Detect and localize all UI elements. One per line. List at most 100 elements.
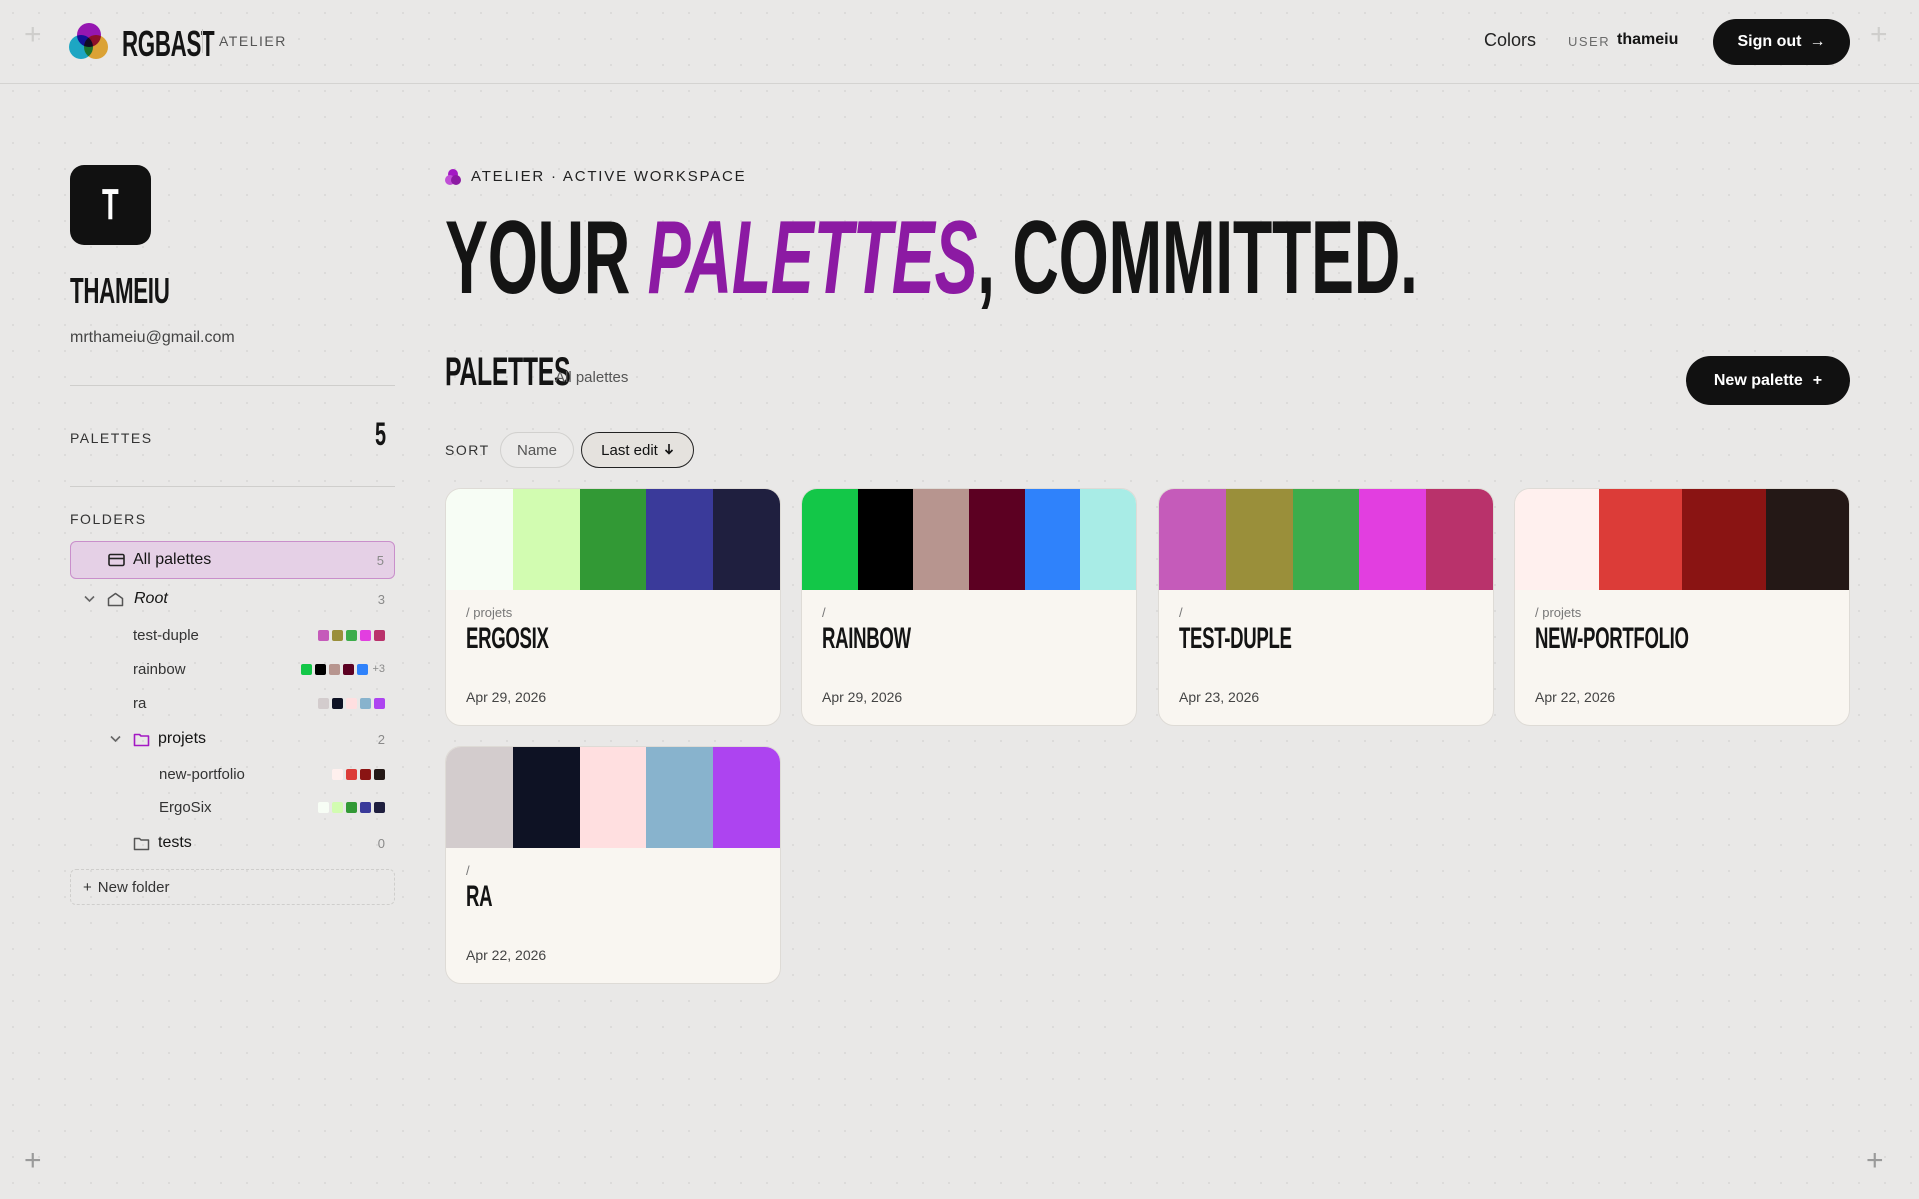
palette-date: Apr 22, 2026 xyxy=(1535,689,1616,705)
palette-item-ra[interactable]: ra xyxy=(70,686,395,720)
palette-item-new-portfolio[interactable]: new-portfolio xyxy=(70,757,395,791)
swatch-preview: +3 xyxy=(301,663,385,675)
palette-date: Apr 23, 2026 xyxy=(1179,689,1260,705)
user-label: USER xyxy=(1568,34,1611,49)
palette-date: Apr 29, 2026 xyxy=(466,689,547,705)
swatch-preview xyxy=(332,768,385,780)
palette-swatch xyxy=(579,747,647,848)
corner-plus-icon: + xyxy=(24,18,42,51)
brand-subtitle: ATELIER xyxy=(219,33,287,49)
chevron-down-icon[interactable] xyxy=(108,735,122,743)
folder-label: Root xyxy=(134,590,168,607)
palette-swatch xyxy=(512,747,580,848)
hero-accent-text: PALETTES xyxy=(647,200,978,316)
palette-swatch xyxy=(1515,489,1599,590)
palette-swatches xyxy=(1515,489,1849,590)
folders-label: FOLDERS xyxy=(70,511,147,527)
palette-title: NEW-PORTFOLIO xyxy=(1535,622,1689,655)
more-swatches-count: +3 xyxy=(372,663,385,675)
palette-path: / xyxy=(466,863,470,878)
palette-swatch xyxy=(1159,489,1226,590)
brand-name: RGBAST xyxy=(122,23,215,64)
sort-last-edit-button[interactable]: Last edit xyxy=(581,432,694,468)
palette-card[interactable]: / projets ERGOSIX Apr 29, 2026 xyxy=(445,488,781,726)
divider xyxy=(70,486,395,487)
palette-swatch xyxy=(969,489,1025,590)
palette-card[interactable]: / RA Apr 22, 2026 xyxy=(445,746,781,984)
palette-swatch xyxy=(1292,489,1360,590)
sort-name-label: Name xyxy=(516,441,557,459)
palette-item-label: ra xyxy=(133,694,147,712)
palette-card[interactable]: / TEST-DUPLE Apr 23, 2026 xyxy=(1158,488,1494,726)
folder-label: tests xyxy=(158,834,192,851)
palette-swatch xyxy=(857,489,914,590)
folder-root[interactable]: Root 3 xyxy=(70,582,395,616)
folder-icon xyxy=(132,836,150,851)
palette-item-rainbow[interactable]: rainbow +3 xyxy=(70,652,395,686)
palette-swatch xyxy=(802,489,858,590)
sign-out-label: Sign out xyxy=(1737,33,1802,50)
home-icon xyxy=(106,592,124,607)
palette-title: TEST-DUPLE xyxy=(1179,622,1292,655)
swatch-preview xyxy=(318,801,385,813)
palette-path: / xyxy=(1179,605,1183,620)
nav-colors-link[interactable]: Colors xyxy=(1484,30,1536,51)
palette-card[interactable]: / projets NEW-PORTFOLIO Apr 22, 2026 xyxy=(1514,488,1850,726)
hero-text: , COMMITTED. xyxy=(977,200,1418,316)
top-bar: RGBAST ATELIER Colors USER thameiu Sign … xyxy=(0,0,1919,84)
new-palette-button[interactable]: New palette + xyxy=(1686,356,1850,405)
brand-divider xyxy=(202,29,203,53)
palette-item-ergosix[interactable]: ErgoSix xyxy=(70,790,395,824)
palette-swatch xyxy=(512,489,580,590)
folder-projets[interactable]: projets 2 xyxy=(70,722,395,756)
folder-label: All palettes xyxy=(133,551,212,568)
sort-label: SORT xyxy=(445,442,490,458)
profile-name: THAMEIU xyxy=(70,270,170,311)
palette-swatch xyxy=(1682,489,1766,590)
palette-swatch xyxy=(1426,489,1493,590)
palette-swatches xyxy=(446,747,780,848)
folder-open-icon xyxy=(132,732,150,747)
new-folder-button[interactable]: + New folder xyxy=(70,869,395,905)
palette-swatches xyxy=(1159,489,1493,590)
palettes-stat-value: 5 xyxy=(375,416,386,452)
section-title: PALETTES xyxy=(445,350,571,394)
layers-icon xyxy=(107,553,125,567)
logo-icon xyxy=(69,21,109,61)
folder-count: 3 xyxy=(377,591,385,607)
palette-card[interactable]: / RAINBOW Apr 29, 2026 xyxy=(801,488,1137,726)
palette-item-test-duple[interactable]: test-duple xyxy=(70,618,395,652)
palette-swatch xyxy=(1080,489,1136,590)
palette-title: ERGOSIX xyxy=(466,622,549,655)
palette-path: / projets xyxy=(466,605,513,620)
corner-plus-icon: + xyxy=(1866,1144,1884,1177)
plus-icon: + xyxy=(1812,371,1823,389)
palette-swatch xyxy=(913,489,970,590)
avatar-initial: T xyxy=(102,180,119,229)
palette-date: Apr 22, 2026 xyxy=(466,947,547,963)
palette-date: Apr 29, 2026 xyxy=(822,689,903,705)
hero-text: YOUR xyxy=(445,200,648,316)
corner-plus-icon: + xyxy=(24,1144,42,1177)
swatch-preview xyxy=(318,697,385,709)
palette-swatch xyxy=(1598,489,1682,590)
palette-path: / xyxy=(822,605,826,620)
sort-name-button[interactable]: Name xyxy=(500,432,574,468)
username: thameiu xyxy=(1617,31,1679,48)
palette-swatch xyxy=(446,747,513,848)
sign-out-button[interactable]: Sign out → xyxy=(1713,19,1850,65)
palette-swatch xyxy=(646,489,714,590)
arrow-down-icon xyxy=(664,442,674,459)
folder-all-palettes[interactable]: All palettes 5 xyxy=(70,541,395,579)
folder-tests[interactable]: tests 0 xyxy=(70,826,395,860)
sort-last-label: Last edit xyxy=(601,441,658,459)
chevron-down-icon[interactable] xyxy=(82,595,96,603)
palette-swatch xyxy=(1359,489,1427,590)
page-title: YOUR PALETTES, COMMITTED. xyxy=(445,198,1418,318)
palette-swatch xyxy=(646,747,714,848)
brand[interactable]: RGBAST ATELIER xyxy=(69,21,285,64)
profile-email: mrthameiu@gmail.com xyxy=(70,329,235,346)
palette-path: / projets xyxy=(1535,605,1582,620)
corner-plus-icon: + xyxy=(1870,18,1888,51)
palette-item-label: test-duple xyxy=(133,626,199,644)
